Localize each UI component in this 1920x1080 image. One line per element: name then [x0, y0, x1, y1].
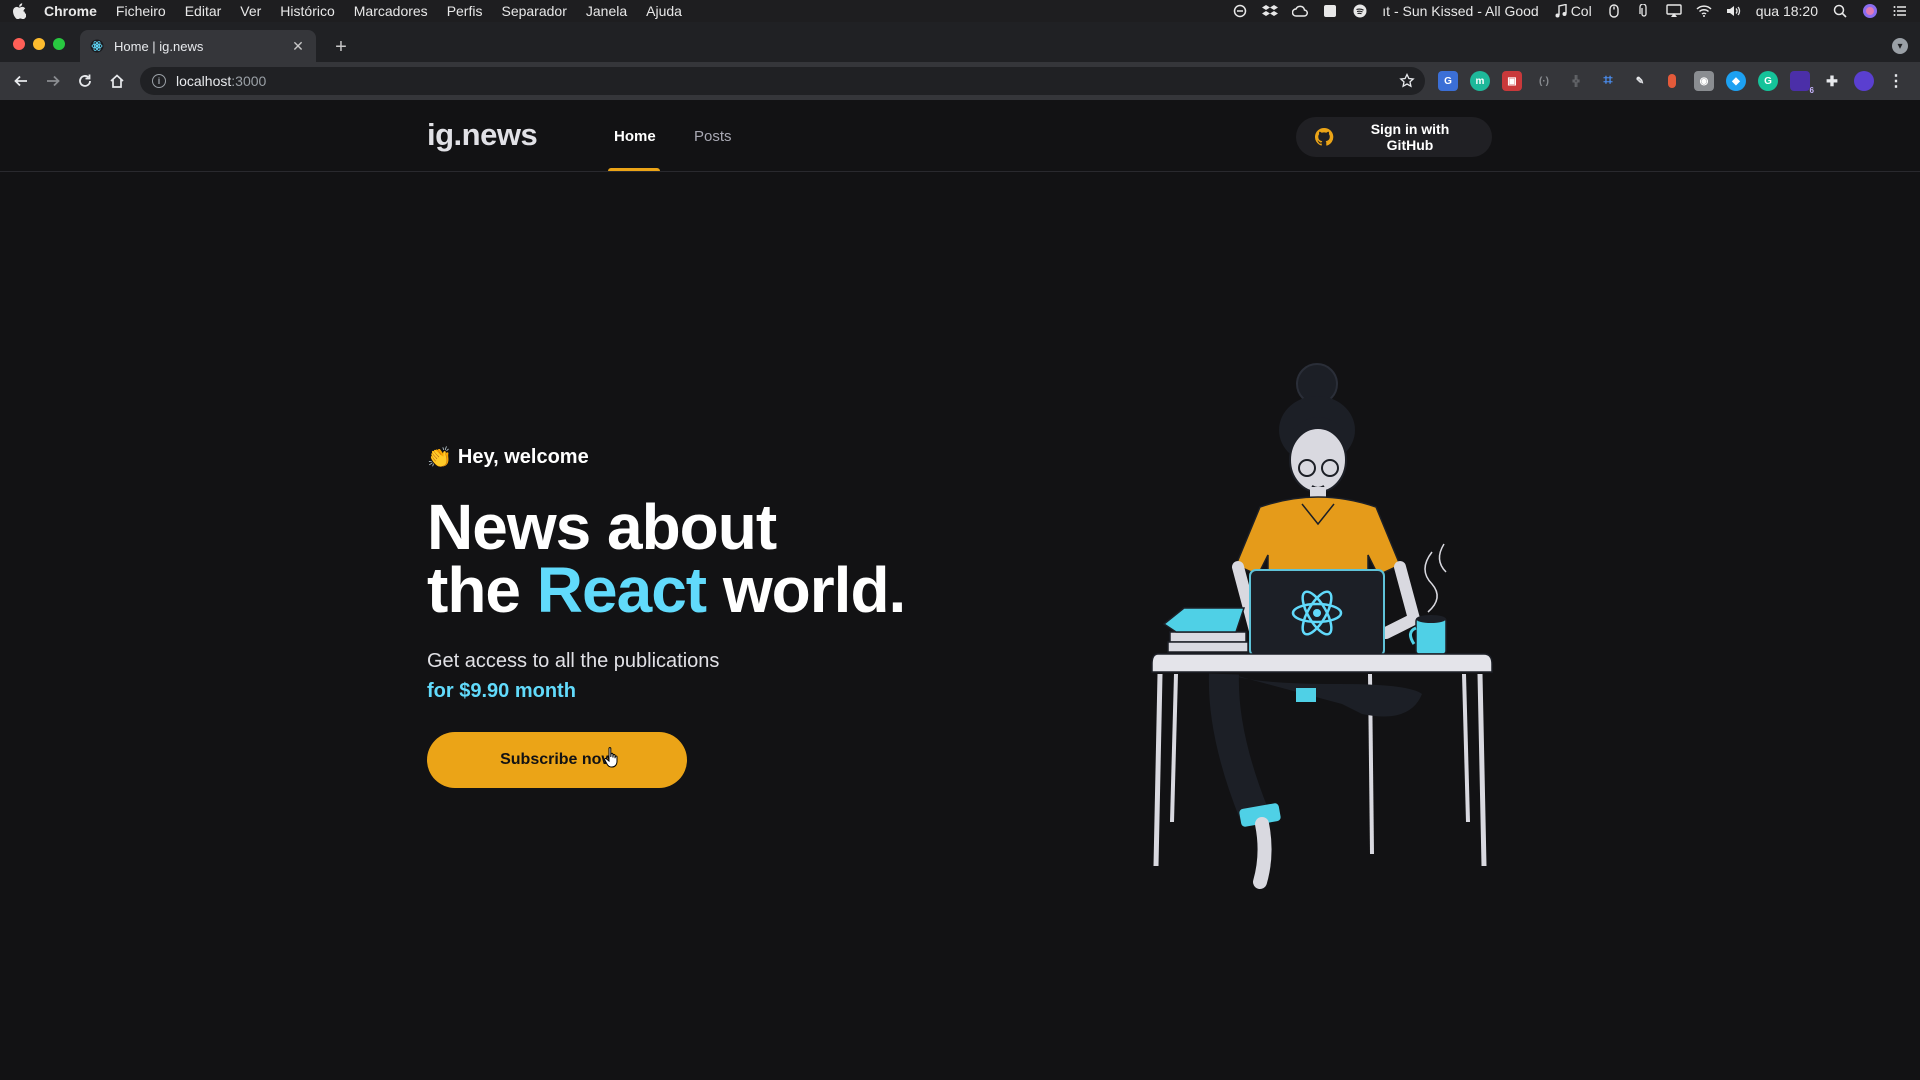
bookmark-star-icon[interactable]	[1399, 72, 1415, 89]
tab-search-icon[interactable]: ▾	[1892, 38, 1908, 54]
hand-pointer-cursor-icon	[603, 746, 621, 770]
macos-menubar: Chrome Ficheiro Editar Ver Histórico Mar…	[0, 0, 1920, 22]
subscription-price: for $9.90 month	[427, 680, 576, 702]
url-host: localhost	[176, 73, 232, 89]
site-header: ig.news Home Posts Sign in with GitHub	[0, 100, 1920, 172]
now-playing-text[interactable]: ıt - Sun Kissed - All Good	[1382, 3, 1538, 19]
address-bar[interactable]: i localhost:3000	[140, 67, 1425, 95]
nav-home-link[interactable]: Home	[614, 100, 656, 172]
maximize-window-button[interactable]	[53, 38, 65, 50]
wifi-icon[interactable]	[1696, 4, 1712, 18]
profile-avatar-icon[interactable]	[1854, 71, 1874, 91]
url-port: :3000	[231, 73, 267, 89]
hero-description: Get access to all the publications for $…	[427, 646, 905, 706]
subscribe-now-label: Subscribe now	[500, 751, 614, 768]
nav-active-indicator	[608, 168, 660, 171]
spotlight-search-icon[interactable]	[1832, 4, 1848, 18]
volume-icon[interactable]	[1726, 4, 1742, 18]
menubar-clock[interactable]: qua 18:20	[1756, 3, 1818, 19]
menu-ajuda[interactable]: Ajuda	[646, 3, 682, 19]
welcome-line: 👏 Hey, welcome	[427, 445, 905, 470]
menu-perfis[interactable]: Perfis	[447, 3, 483, 19]
headline-the: the	[427, 554, 521, 626]
hero-headline: News about the React world.	[427, 495, 906, 622]
woman-coding-illustration	[1150, 362, 1500, 892]
blue-extension-icon[interactable]: ◆	[1726, 71, 1746, 91]
control-center-icon[interactable]	[1892, 4, 1908, 18]
site-logo[interactable]: ig.news	[427, 117, 538, 153]
clapping-hands-icon: 👏	[427, 447, 452, 469]
browser-menu-icon[interactable]: ⋮	[1886, 71, 1906, 91]
music-note-icon	[1553, 4, 1569, 18]
sign-in-github-button[interactable]: Sign in with GitHub	[1296, 117, 1492, 157]
paperclip-icon[interactable]	[1636, 4, 1652, 18]
pdf-extension-icon[interactable]: ▣	[1502, 71, 1522, 91]
forward-arrow-icon[interactable]	[40, 68, 66, 94]
nav-posts-link[interactable]: Posts	[694, 100, 732, 172]
menu-ver[interactable]: Ver	[240, 3, 261, 19]
close-window-button[interactable]	[13, 38, 25, 50]
menu-ficheiro[interactable]: Ficheiro	[116, 3, 166, 19]
grammarly-extension-icon[interactable]: G	[1758, 71, 1778, 91]
headline-line-1: News about	[427, 491, 777, 563]
camera-extension-icon[interactable]: ◉	[1694, 71, 1714, 91]
subscribe-now-button[interactable]: Subscribe now	[427, 732, 687, 788]
apple-icon[interactable]	[12, 3, 26, 19]
sign-in-github-label: Sign in with GitHub	[1370, 121, 1450, 153]
ruler-extension-icon[interactable]: ╬	[1566, 71, 1586, 91]
back-arrow-icon[interactable]	[8, 68, 34, 94]
browser-tab-active[interactable]: Home | ig.news ✕	[80, 30, 316, 62]
tab-title: Home | ig.news	[114, 38, 204, 54]
menu-janela[interactable]: Janela	[586, 3, 627, 19]
site-info-icon[interactable]: i	[152, 74, 166, 88]
m-extension-icon[interactable]: m	[1470, 71, 1490, 91]
puzzle-extensions-icon[interactable]: ✚	[1822, 71, 1842, 91]
badge-extension-icon[interactable]: 6	[1790, 71, 1814, 95]
menu-chrome[interactable]: Chrome	[44, 3, 97, 19]
browser-tab-strip: Home | ig.news ✕ + ▾	[0, 22, 1920, 62]
dropbox-icon[interactable]	[1262, 4, 1279, 18]
cloud-icon[interactable]	[1292, 4, 1309, 18]
music-short-text[interactable]: Col	[1571, 3, 1592, 19]
welcome-text: Hey, welcome	[457, 446, 589, 468]
extensions-area: G m ▣ (·) ╬ ⌗ ✎ ◉ ◆ G 6 ✚ ⋮	[1438, 71, 1906, 95]
tab-close-icon[interactable]: ✕	[290, 38, 306, 54]
home-icon[interactable]	[104, 68, 130, 94]
extension-badge-count: 6	[1809, 86, 1814, 95]
reload-icon[interactable]	[72, 68, 98, 94]
browser-toolbar: i localhost:3000 G m ▣ (·) ╬ ⌗ ✎ ◉ ◆ G 6…	[0, 62, 1920, 100]
new-tab-button[interactable]: +	[330, 36, 352, 58]
react-favicon-icon	[90, 39, 104, 53]
crop-extension-icon[interactable]: ⌗	[1598, 71, 1618, 91]
minimize-window-button[interactable]	[33, 38, 45, 50]
window-controls	[13, 38, 65, 50]
headline-accent-react: React	[536, 554, 707, 626]
menu-marcadores[interactable]: Marcadores	[354, 3, 428, 19]
code-extension-icon[interactable]: (·)	[1534, 71, 1554, 91]
page-content: ig.news Home Posts Sign in with GitHub 👏…	[0, 100, 1920, 1080]
react-devtools-extension-icon[interactable]	[1662, 71, 1682, 91]
github-icon	[1314, 127, 1334, 147]
notes-icon[interactable]	[1322, 4, 1338, 18]
menu-separador[interactable]: Separador	[501, 3, 566, 19]
pen-extension-icon[interactable]: ✎	[1630, 71, 1650, 91]
siri-icon[interactable]	[1862, 4, 1878, 18]
sync-icon[interactable]	[1232, 4, 1248, 18]
hero-section: 👏 Hey, welcome News about the React worl…	[427, 445, 906, 788]
menu-historico[interactable]: Histórico	[280, 3, 334, 19]
headline-world: world.	[722, 554, 906, 626]
description-line: Get access to all the publications	[427, 650, 720, 672]
mouse-icon[interactable]	[1606, 4, 1622, 18]
translate-extension-icon[interactable]: G	[1438, 71, 1458, 91]
menubar-status-area: ıt - Sun Kissed - All Good Col qua 18:20	[1232, 0, 1908, 22]
spotify-icon[interactable]	[1352, 4, 1368, 18]
menu-editar[interactable]: Editar	[185, 3, 222, 19]
airplay-icon[interactable]	[1666, 4, 1682, 18]
